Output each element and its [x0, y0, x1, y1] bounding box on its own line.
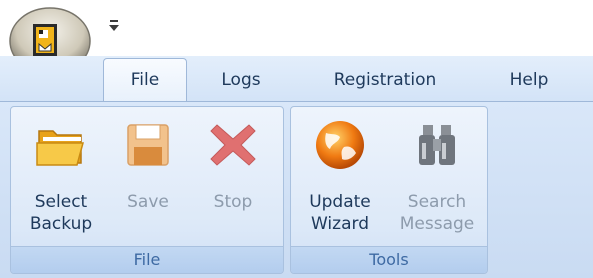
- floppy-disk-icon: [127, 124, 169, 166]
- select-backup-label-line1: Select: [34, 192, 88, 212]
- group-file-label: File: [11, 246, 283, 273]
- update-wizard-button[interactable]: Update Wizard: [296, 113, 384, 247]
- title-bar: [0, 0, 593, 75]
- search-message-label-line1: Search: [407, 192, 467, 212]
- select-backup-button[interactable]: Select Backup: [21, 113, 101, 247]
- tab-file[interactable]: File: [103, 58, 187, 104]
- globe-icon: [316, 121, 364, 169]
- folder-open-icon: [36, 130, 84, 166]
- stop-label: Stop: [213, 192, 253, 212]
- group-tools-label: Tools: [291, 246, 487, 273]
- ribbon-tab-strip: File Logs Registration Help: [0, 56, 593, 104]
- binoculars-icon: [419, 125, 455, 165]
- save-button[interactable]: Save: [115, 113, 181, 247]
- tab-help[interactable]: Help: [495, 59, 563, 102]
- red-x-icon: [210, 124, 256, 166]
- tab-registration[interactable]: Registration: [310, 59, 460, 102]
- select-backup-label-line2: Backup: [29, 214, 93, 234]
- quick-access-dropdown-icon[interactable]: [108, 20, 120, 34]
- search-message-button[interactable]: Search Message: [389, 113, 485, 247]
- update-wizard-label-line2: Wizard: [311, 214, 369, 234]
- app-logo-icon: [33, 24, 57, 56]
- group-tools: Update Wizard Search Message Tools: [290, 106, 488, 274]
- ribbon-panel: Select Backup Save Stop File Update Wiza…: [0, 101, 593, 278]
- update-wizard-label-line1: Update: [309, 192, 371, 212]
- group-file: Select Backup Save Stop File: [10, 106, 284, 274]
- stop-button[interactable]: Stop: [193, 113, 273, 247]
- tab-logs[interactable]: Logs: [207, 59, 275, 102]
- save-label: Save: [127, 192, 169, 212]
- search-message-label-line2: Message: [399, 214, 475, 234]
